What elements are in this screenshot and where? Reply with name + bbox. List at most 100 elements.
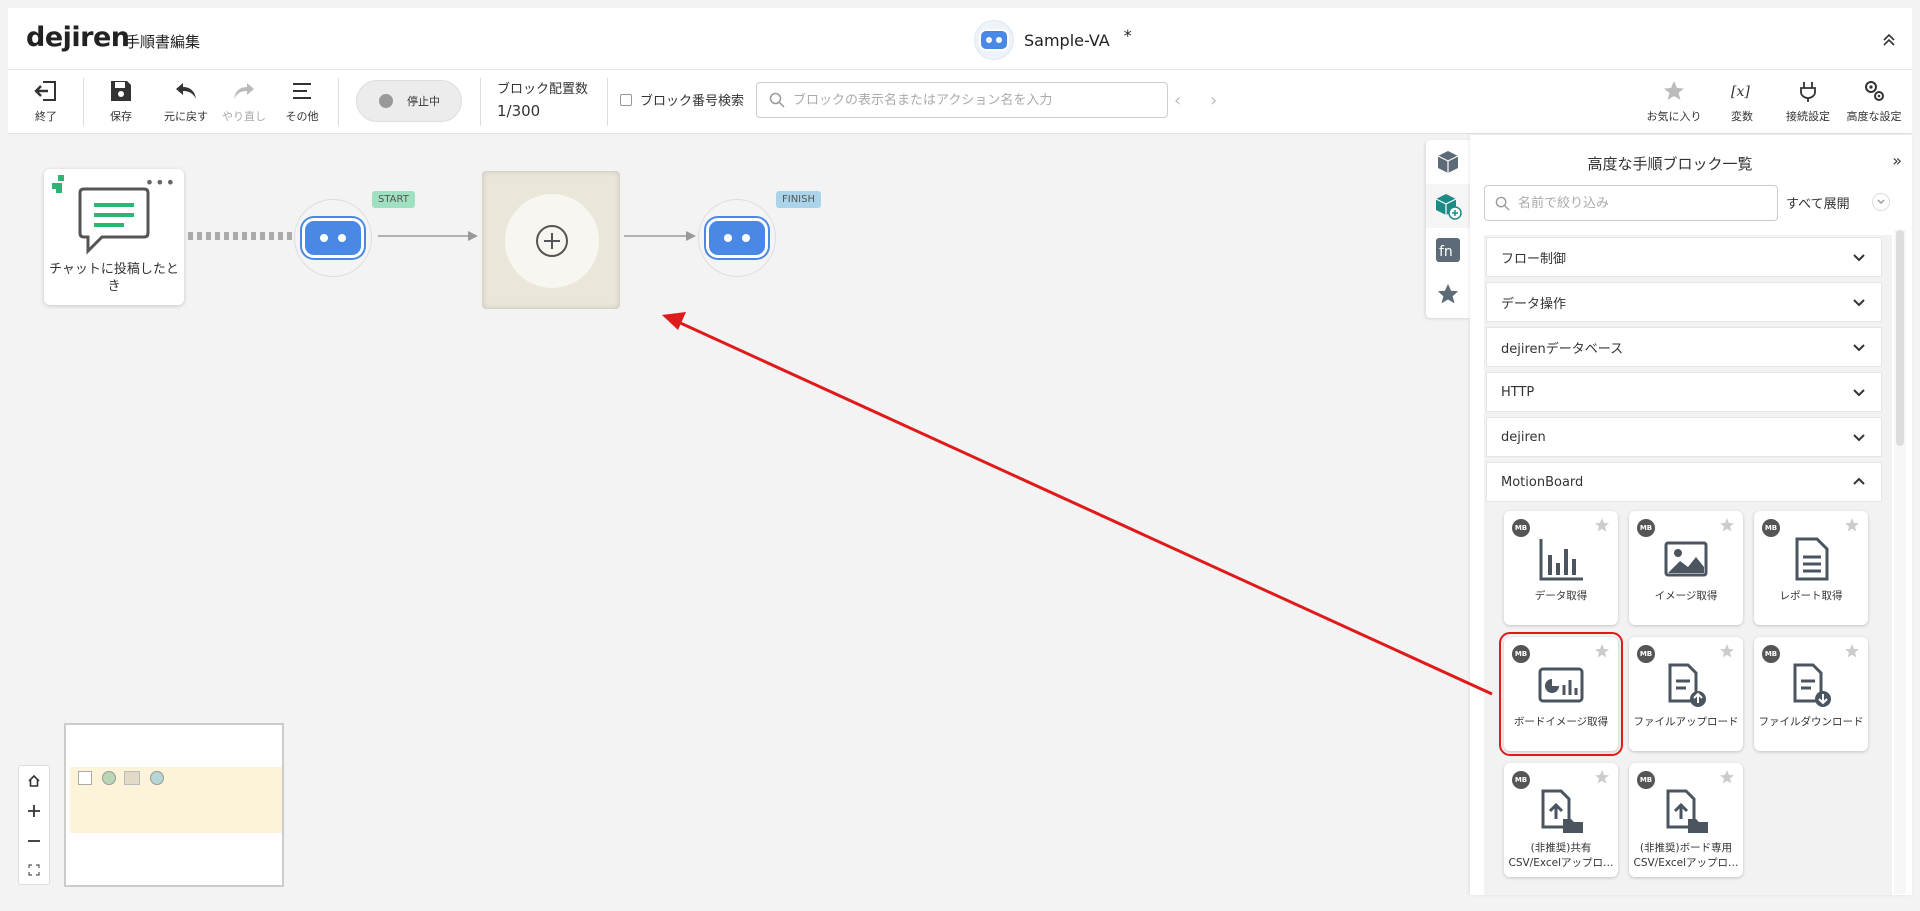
plus-circle-icon	[536, 225, 568, 257]
block-search-input[interactable]	[793, 92, 1163, 108]
favorite-star-icon[interactable]	[1594, 769, 1610, 785]
undo-icon	[176, 83, 196, 99]
mb-badge: MB	[1637, 771, 1655, 789]
undo-button[interactable]: 元に戻す	[156, 74, 216, 130]
mb-badge: MB	[1762, 519, 1780, 537]
mb-badge: MB	[1637, 519, 1655, 537]
block-card-board-image-get[interactable]: MB ボードイメージ取得	[1499, 632, 1623, 756]
shared-csv-upload-icon	[1541, 789, 1583, 833]
app-logo: dejiren	[26, 22, 130, 53]
bot-icon	[706, 218, 768, 258]
variables-label: 変数	[1731, 110, 1753, 123]
favorite-star-icon[interactable]	[1719, 769, 1735, 785]
minimap-drop	[124, 771, 140, 785]
favorite-star-icon[interactable]	[1844, 643, 1860, 659]
block-card-file-download[interactable]: MB ファイルダウンロード	[1754, 637, 1868, 751]
add-block-area[interactable]	[505, 194, 599, 288]
block-number-search-toggle[interactable]: ブロック番号検索	[620, 90, 744, 109]
advanced-label: 高度な設定	[1846, 110, 1902, 123]
block-list[interactable]: フロー制御 データ操作 dejirenデータベース HTTP dejiren M…	[1484, 235, 1892, 895]
toolbar-divider	[338, 78, 339, 126]
redo-button[interactable]: やり直し	[214, 74, 274, 130]
cube-icon	[1437, 151, 1459, 173]
panel-scrollbar-thumb[interactable]	[1896, 230, 1904, 446]
va-name: Sample-VA	[1024, 30, 1110, 50]
bot-icon	[979, 29, 1009, 51]
connection-settings-button[interactable]: 接続設定	[1778, 74, 1838, 130]
fit-view-icon[interactable]	[28, 864, 40, 876]
favorite-star-icon[interactable]	[1719, 643, 1735, 659]
block-card-data-get[interactable]: MB データ取得	[1504, 511, 1618, 625]
panel-title: 高度な手順ブロック一覧	[1587, 155, 1753, 173]
expand-all-chevron-icon[interactable]	[1872, 193, 1890, 211]
expand-all-button[interactable]: すべて展開	[1786, 193, 1850, 212]
category-data-ops[interactable]: データ操作	[1486, 282, 1882, 322]
favorite-blocks-tab[interactable]	[1426, 272, 1470, 316]
mb-badge: MB	[1762, 645, 1780, 663]
block-card-image-get[interactable]: MB イメージ取得	[1629, 511, 1743, 625]
svg-text:fn: fn	[1439, 244, 1453, 260]
variables-button[interactable]: [x] 変数	[1712, 74, 1772, 130]
zoom-in-icon[interactable]	[27, 804, 41, 818]
favorite-star-icon[interactable]	[1594, 517, 1610, 533]
block-label: レポート取得	[1779, 590, 1843, 602]
redo-icon	[234, 83, 254, 99]
block-card-board-csv-upload[interactable]: MB (非推奨)ボード専用CSV/Excelアップロ…	[1629, 763, 1743, 877]
trigger-block[interactable]: ••• チャットに投稿したとき	[44, 169, 184, 305]
collapse-panel-icon[interactable]: »	[1892, 151, 1902, 170]
function-icon: fn	[1436, 238, 1460, 262]
favorite-star-icon[interactable]	[1844, 517, 1860, 533]
star-icon	[1664, 81, 1684, 100]
category-dejiren[interactable]: dejiren	[1486, 417, 1882, 457]
prev-result-icon[interactable]: ‹	[1174, 90, 1181, 111]
category-http[interactable]: HTTP	[1486, 372, 1882, 412]
toolbar-divider	[480, 78, 481, 126]
exit-button[interactable]: 終了	[16, 74, 76, 130]
zoom-out-icon[interactable]	[27, 834, 41, 848]
finish-node[interactable]	[698, 199, 776, 277]
other-menu-button[interactable]: その他	[272, 74, 332, 130]
block-count-value: 1/300	[497, 102, 541, 120]
run-toggle[interactable]: 停止中	[356, 80, 462, 122]
connection-label: 接続設定	[1786, 110, 1830, 123]
panel-filter-box[interactable]	[1484, 185, 1778, 221]
basic-blocks-tab[interactable]	[1426, 140, 1470, 184]
file-download-icon	[1793, 663, 1831, 707]
block-card-shared-csv-upload[interactable]: MB (非推奨)共有CSV/Excelアップロ…	[1504, 763, 1618, 877]
function-blocks-tab[interactable]: fn	[1426, 228, 1470, 272]
flow-canvas[interactable]: ••• チャットに投稿したとき START FINISH	[0, 135, 1470, 911]
block-label: (非推奨)共有CSV/Excelアップロ…	[1508, 842, 1614, 869]
chevron-down-icon	[1853, 299, 1865, 307]
zoom-controls	[18, 765, 50, 885]
favorite-star-icon[interactable]	[1594, 643, 1610, 659]
start-node[interactable]	[294, 199, 372, 277]
block-search-box[interactable]	[756, 82, 1168, 118]
block-card-report-get[interactable]: MB レポート取得	[1754, 511, 1868, 625]
chevron-up-icon	[1853, 477, 1865, 485]
collapse-header-icon[interactable]	[1880, 30, 1898, 48]
category-dejiren-database[interactable]: dejirenデータベース	[1486, 327, 1882, 367]
panel-filter-input[interactable]	[1518, 195, 1768, 211]
va-avatar	[974, 20, 1014, 60]
minimap[interactable]	[64, 723, 284, 887]
block-card-file-upload[interactable]: MB ファイルアップロード	[1629, 637, 1743, 751]
next-result-icon[interactable]: ›	[1210, 90, 1217, 111]
advanced-blocks-tab[interactable]	[1426, 184, 1470, 228]
favorite-star-icon[interactable]	[1719, 517, 1735, 533]
chat-message-icon	[78, 187, 150, 255]
favorites-label: お気に入り	[1646, 110, 1702, 123]
mb-badge: MB	[1512, 771, 1530, 789]
other-label: その他	[285, 110, 319, 123]
category-flow-control[interactable]: フロー制御	[1486, 237, 1882, 277]
chevron-down-icon	[1853, 389, 1865, 397]
image-icon	[1664, 541, 1708, 577]
minimap-trigger	[78, 771, 92, 785]
home-icon[interactable]	[27, 774, 41, 788]
save-button[interactable]: 保存	[91, 74, 151, 130]
category-motionboard[interactable]: MotionBoard	[1486, 462, 1882, 502]
block-number-checkbox[interactable]	[620, 93, 632, 106]
advanced-settings-button[interactable]: 高度な設定	[1844, 74, 1904, 130]
favorites-button[interactable]: お気に入り	[1644, 74, 1704, 130]
app-header: dejiren 手順書編集 Sample-VA *	[8, 8, 1912, 70]
block-drop-target[interactable]	[482, 171, 620, 309]
